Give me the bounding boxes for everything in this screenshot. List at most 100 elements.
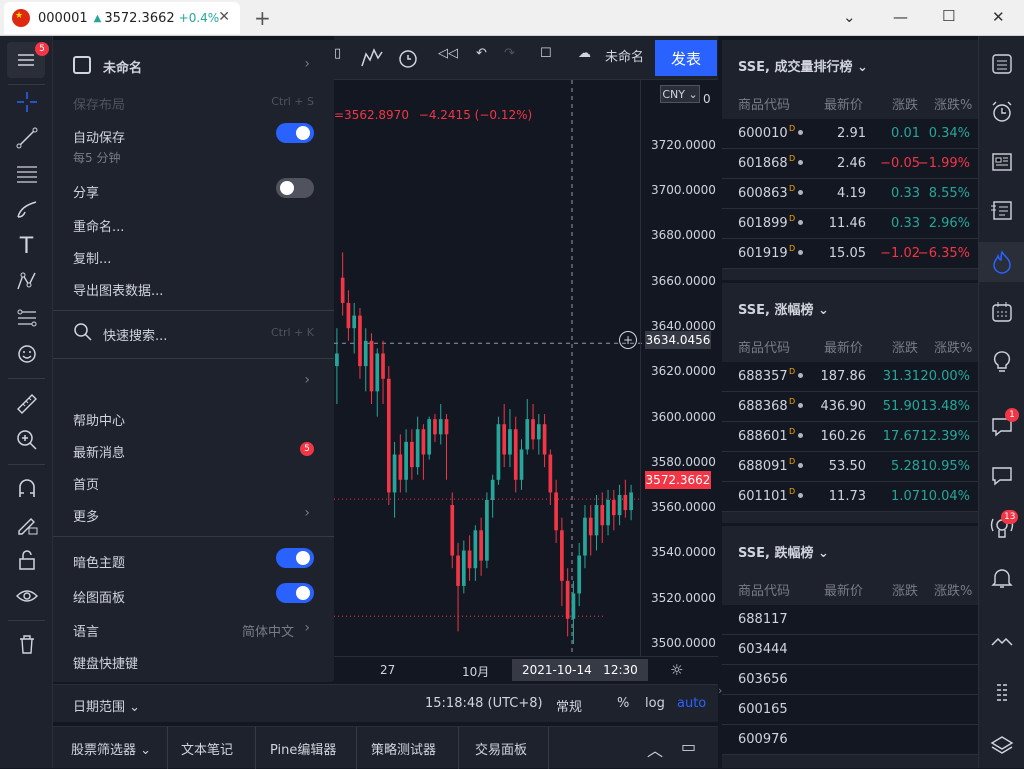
candle-body[interactable]: [427, 419, 432, 455]
pattern-icon[interactable]: [0, 264, 53, 300]
col-change-pct[interactable]: 涨跌%: [934, 94, 972, 113]
menu-drawing-panel[interactable]: 绘图面板: [73, 587, 125, 606]
prediction-icon[interactable]: [0, 300, 53, 336]
menu-language[interactable]: 语言: [73, 621, 99, 640]
layers-icon[interactable]: [979, 726, 1024, 766]
tab-stock-screener[interactable]: 股票筛选器 ⌄: [71, 739, 151, 758]
autosave-toggle[interactable]: [276, 123, 314, 143]
candle-body[interactable]: [600, 505, 605, 526]
candle-body[interactable]: [433, 419, 437, 435]
watchlist-icon[interactable]: [979, 44, 1024, 84]
col-last[interactable]: 最新价: [824, 94, 863, 113]
candle-body[interactable]: [461, 550, 466, 586]
candle-body[interactable]: [398, 454, 403, 480]
watchlist-title[interactable]: SSE, 跌幅榜 ⌄: [738, 542, 829, 561]
candle-body[interactable]: [617, 494, 622, 516]
drawing-panel-toggle[interactable]: [276, 583, 314, 603]
candle-body[interactable]: [542, 424, 547, 455]
candle-body[interactable]: [490, 479, 495, 500]
settings-gear-icon[interactable]: ☼: [670, 661, 683, 679]
candle-body[interactable]: [375, 353, 380, 392]
undo-icon[interactable]: ↶: [476, 46, 487, 61]
candle-body[interactable]: [496, 424, 501, 480]
trash-icon[interactable]: [0, 626, 53, 662]
zoom-icon[interactable]: [0, 422, 53, 458]
time-axis[interactable]: 27 10月 2021-10-14 12:30 ☼: [334, 656, 718, 684]
candle-body[interactable]: [479, 530, 483, 561]
publish-button[interactable]: 发表: [655, 40, 717, 76]
watchlist-row[interactable]: 601919 D 15.05 −1.02 −6.35%: [722, 239, 978, 269]
candle-body[interactable]: [611, 500, 616, 516]
candle-body[interactable]: [519, 449, 524, 480]
watchlist-row[interactable]: 688091 D 53.50 5.28 10.95%: [722, 452, 978, 482]
minimize-button[interactable]: —: [893, 8, 908, 26]
candle-body[interactable]: [363, 340, 368, 367]
candle-body[interactable]: [623, 494, 628, 511]
watchlist-row[interactable]: 688601 D 160.26 17.67 12.39%: [722, 422, 978, 452]
menu-autosave[interactable]: 自动保存: [73, 127, 125, 146]
crosshair-icon[interactable]: [0, 84, 53, 120]
maximize-button[interactable]: ☐: [942, 7, 955, 25]
alert-icon[interactable]: [396, 46, 420, 74]
candle-body[interactable]: [554, 492, 558, 531]
candle-body[interactable]: [485, 500, 489, 561]
messages-icon[interactable]: [979, 456, 1024, 496]
candle-body[interactable]: [571, 593, 576, 619]
menu-copy[interactable]: 复制...: [73, 248, 111, 267]
window-close-button[interactable]: ✕: [992, 8, 1005, 26]
emoji-icon[interactable]: [0, 336, 53, 372]
watchlist-row[interactable]: 600165: [722, 695, 978, 725]
candle-body[interactable]: [340, 277, 345, 303]
auto-scale-button[interactable]: auto: [677, 696, 706, 711]
eye-icon[interactable]: [0, 578, 53, 614]
watchlist-row[interactable]: 600976: [722, 725, 978, 755]
percent-scale-button[interactable]: %: [617, 696, 629, 711]
menu-export-data[interactable]: 导出图表数据...: [73, 280, 163, 299]
candle-body[interactable]: [381, 353, 385, 379]
ideas-lightbulb-icon[interactable]: [979, 342, 1024, 382]
col-change-pct[interactable]: 涨跌%: [934, 337, 972, 356]
tab-strategy-tester[interactable]: 策略测试器: [371, 739, 436, 758]
tab-trading-panel[interactable]: 交易面板: [475, 739, 527, 758]
magnet-icon[interactable]: [0, 470, 53, 506]
watchlist-row[interactable]: 688117: [722, 605, 978, 635]
currency-select[interactable]: CNY ⌄: [660, 85, 700, 103]
watchlist-row[interactable]: 688368 D 436.90 51.90 13.48%: [722, 392, 978, 422]
tab-pine-editor[interactable]: Pine编辑器: [270, 739, 336, 758]
menu-share[interactable]: 分享: [73, 182, 99, 201]
indicators-icon[interactable]: [360, 46, 384, 72]
candle-body[interactable]: [352, 315, 357, 329]
watchlist-title[interactable]: SSE, 涨幅榜 ⌄: [738, 299, 829, 318]
candle-body[interactable]: [508, 429, 512, 455]
watchlist-row[interactable]: 603656: [722, 665, 978, 695]
layout-name[interactable]: 未命名: [605, 46, 644, 65]
col-change[interactable]: 涨跌: [892, 94, 918, 113]
fib-icon[interactable]: [0, 156, 53, 192]
streams-icon[interactable]: 13: [979, 508, 1024, 548]
calendar-icon[interactable]: [979, 292, 1024, 332]
candle-body[interactable]: [629, 492, 633, 511]
chevron-right-icon[interactable]: ›: [304, 372, 310, 388]
menu-home[interactable]: 首页: [73, 474, 99, 493]
candle-body[interactable]: [583, 517, 587, 556]
col-change[interactable]: 涨跌: [892, 580, 918, 599]
candle-body[interactable]: [565, 580, 570, 619]
candle-body[interactable]: [438, 419, 443, 435]
watchlist-row[interactable]: 688357 D 187.86 31.31 20.00%: [722, 362, 978, 392]
watchlist-row[interactable]: 601101 D 11.73 1.07 10.04%: [722, 482, 978, 512]
session-button[interactable]: 常规: [556, 696, 582, 715]
candle-body[interactable]: [513, 429, 518, 480]
watchlist-row[interactable]: 600010 D 2.91 0.01 0.34%: [722, 119, 978, 149]
share-toggle[interactable]: [276, 178, 314, 198]
candle-body[interactable]: [606, 500, 610, 526]
tab-text-notes[interactable]: 文本笔记: [181, 739, 233, 758]
candle-body[interactable]: [415, 429, 420, 468]
fullscreen-icon[interactable]: ☐: [540, 46, 552, 61]
text-icon[interactable]: T: [0, 228, 53, 264]
replay-icon[interactable]: ◁◁: [438, 46, 458, 61]
dropdown-chevron-icon[interactable]: ⌄: [843, 8, 856, 26]
col-symbol[interactable]: 商品代码: [738, 580, 790, 599]
candle-body[interactable]: [346, 302, 351, 329]
col-change[interactable]: 涨跌: [892, 337, 918, 356]
notifications-bell-icon[interactable]: [979, 558, 1024, 598]
